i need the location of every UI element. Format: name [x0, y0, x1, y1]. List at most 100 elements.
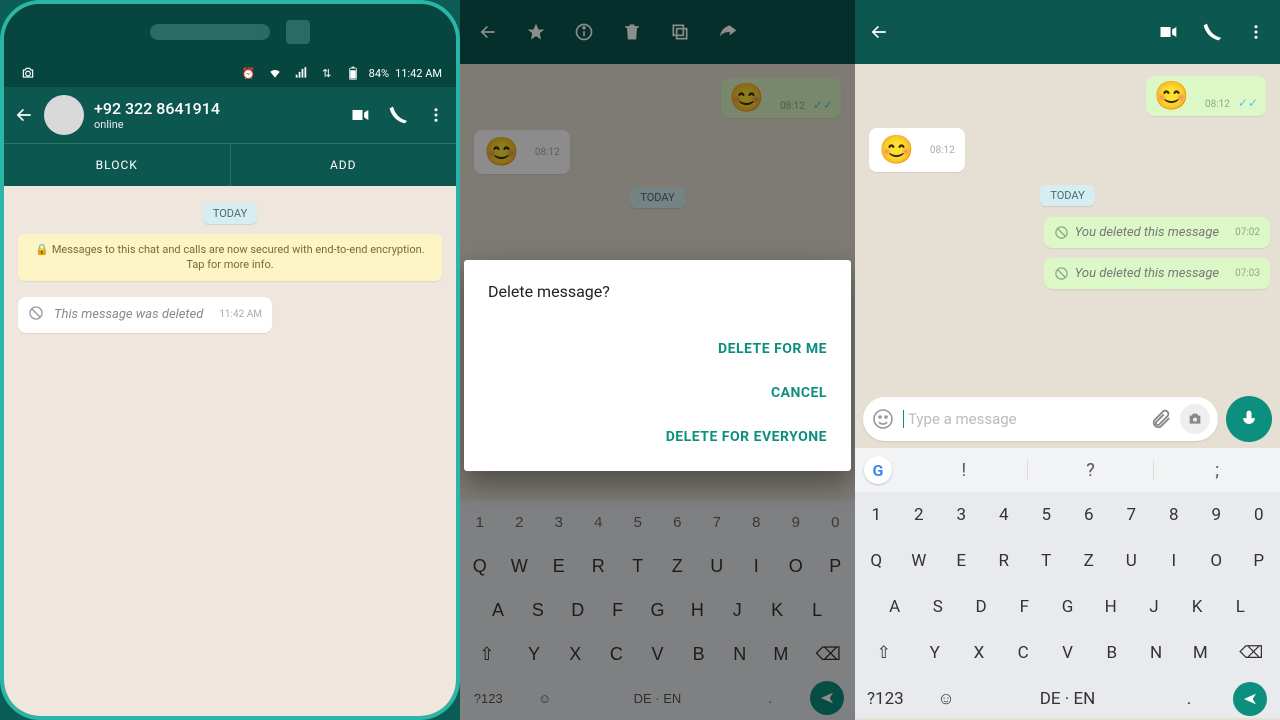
key-Q[interactable]: Q — [855, 538, 898, 584]
suggestion[interactable]: ! — [901, 460, 1028, 481]
key-U[interactable]: U — [1110, 538, 1153, 584]
key-S[interactable]: S — [916, 584, 959, 630]
kbd3-r1: QWERTZUIOP — [855, 538, 1280, 584]
message-input[interactable]: Type a message — [903, 410, 1142, 428]
key-M[interactable]: M — [1178, 630, 1222, 676]
kbd3-nums: 1234567890 — [855, 492, 1280, 538]
call-icon[interactable] — [388, 105, 408, 125]
key-B[interactable]: B — [1090, 630, 1134, 676]
key-5[interactable]: 5 — [1025, 492, 1068, 538]
phone-bezel — [4, 4, 456, 59]
cancel-button[interactable]: CANCEL — [488, 371, 827, 415]
avatar[interactable] — [44, 95, 84, 135]
more-icon[interactable] — [1246, 22, 1266, 42]
key-T[interactable]: T — [1025, 538, 1068, 584]
encryption-notice[interactable]: 🔒 Messages to this chat and calls are no… — [18, 234, 442, 281]
key-X[interactable]: X — [957, 630, 1001, 676]
enter-key[interactable] — [1219, 676, 1280, 720]
emoji: 😊 — [1154, 82, 1189, 110]
unknown-contact-bar: BLOCK ADD — [4, 143, 456, 186]
key-E[interactable]: E — [940, 538, 983, 584]
key-3[interactable]: 3 — [940, 492, 983, 538]
timestamp: 07:03 — [1235, 268, 1260, 279]
period-key[interactable]: . — [1159, 676, 1220, 720]
key-O[interactable]: O — [1195, 538, 1238, 584]
key-G[interactable]: G — [1046, 584, 1089, 630]
back-icon[interactable] — [869, 22, 889, 42]
suggestion[interactable]: ? — [1028, 460, 1155, 481]
key-A[interactable]: A — [873, 584, 916, 630]
key-D[interactable]: D — [959, 584, 1002, 630]
call-icon[interactable] — [1202, 22, 1222, 42]
key-L[interactable]: L — [1219, 584, 1262, 630]
block-button[interactable]: BLOCK — [4, 144, 230, 186]
attach-icon[interactable] — [1150, 408, 1172, 430]
shift-key[interactable]: ⇧ — [855, 630, 913, 676]
kbd3-r2: ASDFGHJKL — [855, 584, 1280, 630]
blocked-icon — [1054, 266, 1069, 281]
more-icon[interactable] — [426, 105, 446, 125]
key-J[interactable]: J — [1132, 584, 1175, 630]
chat-area: TODAY 🔒 Messages to this chat and calls … — [4, 186, 456, 720]
delete-for-me-button[interactable]: DELETE FOR ME — [488, 327, 827, 371]
keyboard[interactable]: G ! ? ; 1234567890 QWERTZUIOP ASDFGHJKL … — [855, 448, 1280, 718]
deleted-text: This message was deleted — [54, 307, 203, 322]
key-F[interactable]: F — [1003, 584, 1046, 630]
key-7[interactable]: 7 — [1110, 492, 1153, 538]
key-C[interactable]: C — [1001, 630, 1045, 676]
deleted-text: You deleted this message — [1075, 266, 1219, 281]
contact-info[interactable]: +92 322 8641914 online — [94, 99, 220, 131]
suggestion[interactable]: ; — [1154, 460, 1280, 481]
kbd3-r3: YXCVBNM — [913, 630, 1223, 676]
key-R[interactable]: R — [983, 538, 1026, 584]
key-K[interactable]: K — [1176, 584, 1219, 630]
key-4[interactable]: 4 — [983, 492, 1026, 538]
symbols-key[interactable]: ?123 — [855, 676, 916, 720]
message-out[interactable]: 😊 08:12 ✓✓ — [1146, 76, 1266, 116]
key-8[interactable]: 8 — [1153, 492, 1196, 538]
key-1[interactable]: 1 — [855, 492, 898, 538]
key-P[interactable]: P — [1238, 538, 1280, 584]
data-icon: ⇅ — [317, 63, 337, 83]
key-2[interactable]: 2 — [898, 492, 941, 538]
google-logo[interactable]: G — [855, 456, 901, 484]
key-H[interactable]: H — [1089, 584, 1132, 630]
mic-button[interactable] — [1226, 396, 1272, 442]
dialog-title: Delete message? — [488, 282, 827, 301]
videocall-icon[interactable] — [350, 105, 370, 125]
videocall-icon[interactable] — [1158, 22, 1178, 42]
key-Z[interactable]: Z — [1068, 538, 1111, 584]
date-pill: TODAY — [203, 203, 257, 224]
timestamp: 11:42 AM — [219, 309, 262, 320]
key-V[interactable]: V — [1045, 630, 1089, 676]
space-key[interactable]: DE · EN — [976, 676, 1158, 720]
emoji-picker-icon[interactable] — [871, 407, 895, 431]
alarm-icon: ⏰ — [239, 63, 259, 83]
delete-dialog: Delete message? DELETE FOR ME CANCEL DEL… — [464, 260, 851, 471]
key-N[interactable]: N — [1134, 630, 1178, 676]
back-icon[interactable] — [14, 105, 34, 125]
key-Y[interactable]: Y — [913, 630, 957, 676]
message-in[interactable]: 😊 08:12 — [869, 128, 965, 172]
timestamp: 07:02 — [1235, 227, 1260, 238]
deleted-own-message[interactable]: You deleted this message 07:02 — [1044, 217, 1270, 248]
suggestion-row: G ! ? ; — [855, 448, 1280, 492]
delete-for-everyone-button[interactable]: DELETE FOR EVERYONE — [488, 415, 827, 459]
chat-header: +92 322 8641914 online — [4, 87, 456, 143]
camera-icon[interactable] — [1180, 404, 1210, 434]
key-6[interactable]: 6 — [1068, 492, 1111, 538]
deleted-message-bubble[interactable]: This message was deleted 11:42 AM — [18, 297, 272, 333]
key-I[interactable]: I — [1153, 538, 1196, 584]
key-W[interactable]: W — [898, 538, 941, 584]
backspace-key[interactable]: ⌫ — [1222, 630, 1280, 676]
emoji-key[interactable]: ☺ — [916, 676, 977, 720]
compose-box[interactable]: Type a message — [863, 397, 1218, 441]
screenshot-delete-dialog: 😊 08:12 ✓✓ 😊 08:12 TODAY Delete message?… — [460, 0, 855, 720]
deleted-own-message[interactable]: You deleted this message 07:03 — [1044, 258, 1270, 289]
key-0[interactable]: 0 — [1238, 492, 1280, 538]
add-button[interactable]: ADD — [230, 144, 457, 186]
battery-icon — [343, 63, 363, 83]
key-9[interactable]: 9 — [1195, 492, 1238, 538]
screenshot-deleted-received: ⏰ ⇅ 84% 11:42 AM +92 322 8641914 online — [0, 0, 460, 720]
date-pill: TODAY — [1040, 185, 1094, 206]
